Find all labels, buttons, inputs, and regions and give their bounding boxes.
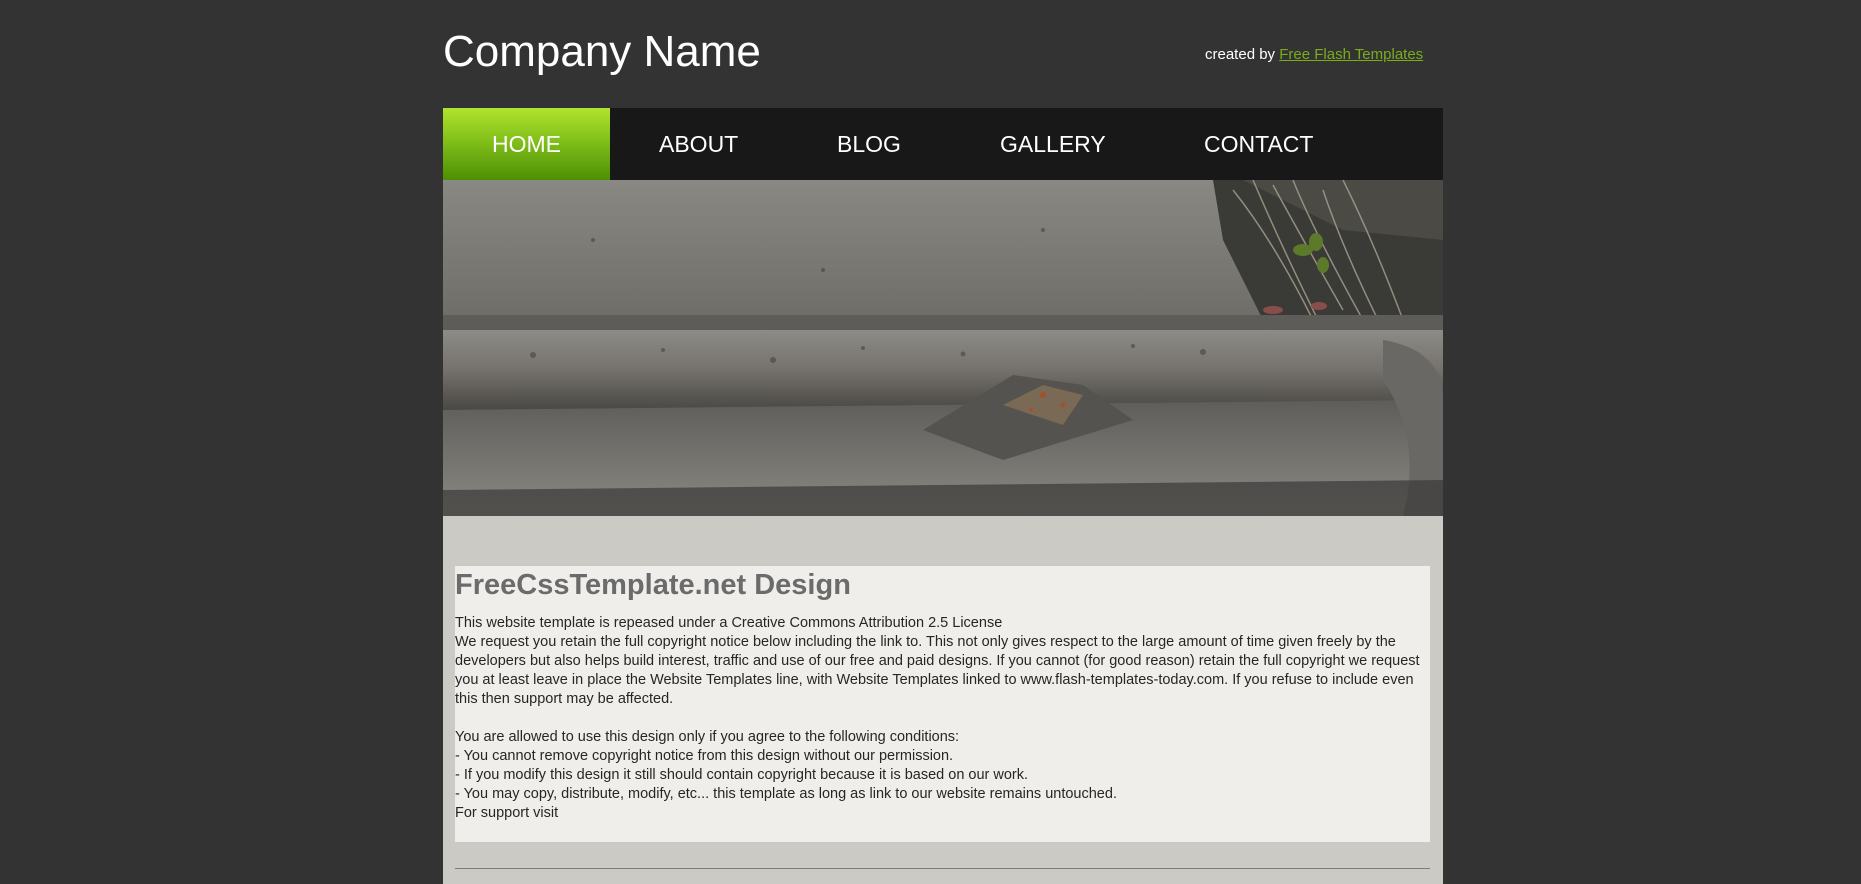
nav-item-gallery[interactable]: GALLERY xyxy=(1000,108,1106,180)
content-title: FreeCssTemplate.net Design xyxy=(455,569,851,601)
license-paragraph: This website template is repeased under … xyxy=(455,614,1430,709)
company-name: Company Name xyxy=(443,27,761,76)
text-box: FreeCssTemplate.net Design This website … xyxy=(455,566,1430,842)
credit-line: created by Free Flash Templates xyxy=(1205,46,1423,63)
credit-prefix: created by xyxy=(1205,46,1276,63)
nav-item-about[interactable]: ABOUT xyxy=(659,108,738,180)
condition-item: - You may copy, distribute, modify, etc.… xyxy=(455,786,1117,802)
request-line: developers but also helps build interest… xyxy=(455,653,1420,669)
support-line: For support visit xyxy=(455,805,559,821)
content-area: FreeCssTemplate.net Design This website … xyxy=(443,516,1443,884)
license-line: This website template is repeased under … xyxy=(455,615,1003,631)
hero-image xyxy=(443,180,1443,516)
main-nav: HOME ABOUT BLOG GALLERY CONTACT xyxy=(443,108,1443,180)
support-paragraph: For support visit xyxy=(455,804,1430,823)
request-line: this then support may be affected. xyxy=(455,691,674,707)
request-line: you at least leave in place the Website … xyxy=(455,672,1414,688)
page-wrapper: Company Name created by Free Flash Templ… xyxy=(443,0,1443,884)
nav-item-blog[interactable]: BLOG xyxy=(837,108,901,180)
request-line: We request you retain the full copyright… xyxy=(455,634,1396,650)
condition-item: - You cannot remove copyright notice fro… xyxy=(455,748,954,764)
conditions-paragraph: You are allowed to use this design only … xyxy=(455,728,1430,804)
header: Company Name created by Free Flash Templ… xyxy=(443,0,1443,108)
concrete-steps-image xyxy=(443,180,1443,516)
conditions-intro: You are allowed to use this design only … xyxy=(455,729,960,745)
nav-item-home[interactable]: HOME xyxy=(443,108,610,180)
nav-item-contact[interactable]: CONTACT xyxy=(1204,108,1313,180)
divider xyxy=(455,868,1430,869)
free-flash-templates-link[interactable]: Free Flash Templates xyxy=(1279,46,1423,63)
condition-item: - If you modify this design it still sho… xyxy=(455,767,1029,783)
